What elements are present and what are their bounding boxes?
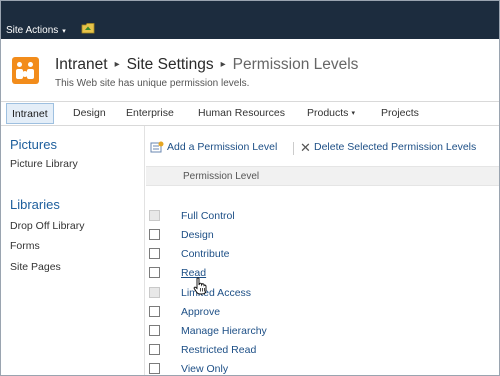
row-checkbox (149, 210, 160, 221)
add-permission-icon (150, 141, 164, 153)
topnav-item-design[interactable]: Design (73, 102, 106, 125)
topnav-label: Products (307, 107, 349, 119)
chevron-down-icon: ▾ (62, 27, 66, 35)
leftnav-item-picture-library[interactable]: Picture Library (10, 158, 78, 170)
topnav-item-human-resources[interactable]: Human Resources (198, 102, 285, 125)
topnav-item-projects[interactable]: Projects (381, 102, 419, 125)
list-column-header: Permission Level (146, 166, 499, 186)
delete-permission-levels-button[interactable]: ✕ Delete Selected Permission Levels (300, 139, 477, 155)
permission-level-link[interactable]: Limited Access (181, 287, 251, 299)
delete-permission-levels-label: Delete Selected Permission Levels (314, 141, 477, 153)
hand-cursor-icon (193, 277, 207, 295)
permission-level-link[interactable]: Restricted Read (181, 344, 256, 356)
add-permission-level-button[interactable]: Add a Permission Level (150, 141, 277, 153)
leftnav-item-drop-off-library[interactable]: Drop Off Library (10, 220, 85, 232)
list-item: Approve (146, 303, 499, 322)
quick-launch: Pictures Picture Library Libraries Drop … (1, 126, 145, 375)
list-item: Manage Hierarchy (146, 322, 499, 341)
topnav-label: Design (73, 107, 106, 119)
breadcrumb: Intranet ▸ Site Settings ▸ Permission Le… (55, 56, 358, 74)
list-item: Design (146, 226, 499, 245)
permission-level-link[interactable]: Contribute (181, 248, 229, 260)
ribbon-bar: Site Actions ▾ (1, 1, 499, 39)
row-checkbox (149, 287, 160, 298)
row-checkbox[interactable] (149, 229, 160, 240)
main-content: Add a Permission Level ✕ Delete Selected… (146, 126, 499, 375)
toolbar-divider (293, 142, 294, 155)
list-item: Restricted Read (146, 341, 499, 360)
topnav-label: Intranet (12, 108, 48, 120)
topnav-label: Enterprise (126, 107, 174, 119)
site-logo[interactable] (12, 57, 39, 84)
chevron-down-icon: ▾ (351, 110, 355, 117)
permission-level-link[interactable]: Manage Hierarchy (181, 325, 267, 337)
topnav-item-enterprise[interactable]: Enterprise (126, 102, 174, 125)
topnav-label: Projects (381, 107, 419, 119)
permission-level-link[interactable]: Design (181, 229, 214, 241)
breadcrumb-separator-icon: ▸ (114, 59, 120, 70)
permission-level-link[interactable]: View Only (181, 363, 228, 375)
row-checkbox[interactable] (149, 248, 160, 259)
title-area: Intranet ▸ Site Settings ▸ Permission Le… (1, 39, 499, 101)
breadcrumb-intranet[interactable]: Intranet (55, 56, 108, 74)
topnav-item-intranet[interactable]: Intranet (6, 103, 54, 124)
leftnav-heading-pictures[interactable]: Pictures (10, 137, 57, 152)
breadcrumb-separator-icon: ▸ (220, 59, 226, 70)
row-checkbox[interactable] (149, 325, 160, 336)
leftnav-item-forms[interactable]: Forms (10, 240, 40, 252)
column-header-permission-level[interactable]: Permission Level (183, 171, 259, 182)
page-subtitle: This Web site has unique permission leve… (55, 78, 250, 89)
breadcrumb-site-settings[interactable]: Site Settings (127, 56, 214, 74)
row-checkbox[interactable] (149, 344, 160, 355)
delete-icon: ✕ (300, 139, 311, 155)
toolbar: Add a Permission Level ✕ Delete Selected… (146, 137, 499, 159)
leftnav-heading-libraries[interactable]: Libraries (10, 197, 60, 212)
row-checkbox[interactable] (149, 363, 160, 374)
list-item: View Only (146, 360, 499, 375)
add-permission-level-label: Add a Permission Level (167, 141, 278, 153)
row-checkbox[interactable] (149, 267, 160, 278)
row-checkbox[interactable] (149, 306, 160, 317)
site-actions-menu[interactable]: Site Actions ▾ (6, 25, 66, 36)
list-item: Contribute (146, 245, 499, 264)
permission-level-link[interactable]: Approve (181, 306, 220, 318)
leftnav-item-site-pages[interactable]: Site Pages (10, 261, 61, 273)
permission-level-link[interactable]: Full Control (181, 210, 235, 222)
list-item: Full Control (146, 207, 499, 226)
site-actions-label: Site Actions (6, 25, 59, 36)
topnav-item-products[interactable]: Products ▾ (307, 102, 355, 125)
browser-frame: Site Actions ▾ Intranet ▸ Site Settings … (0, 0, 500, 376)
page-title: Permission Levels (232, 56, 359, 73)
navigate-up-icon[interactable] (81, 22, 95, 34)
topnav-label: Human Resources (198, 107, 285, 119)
top-navigation: Intranet Design Enterprise Human Resourc… (1, 101, 499, 126)
